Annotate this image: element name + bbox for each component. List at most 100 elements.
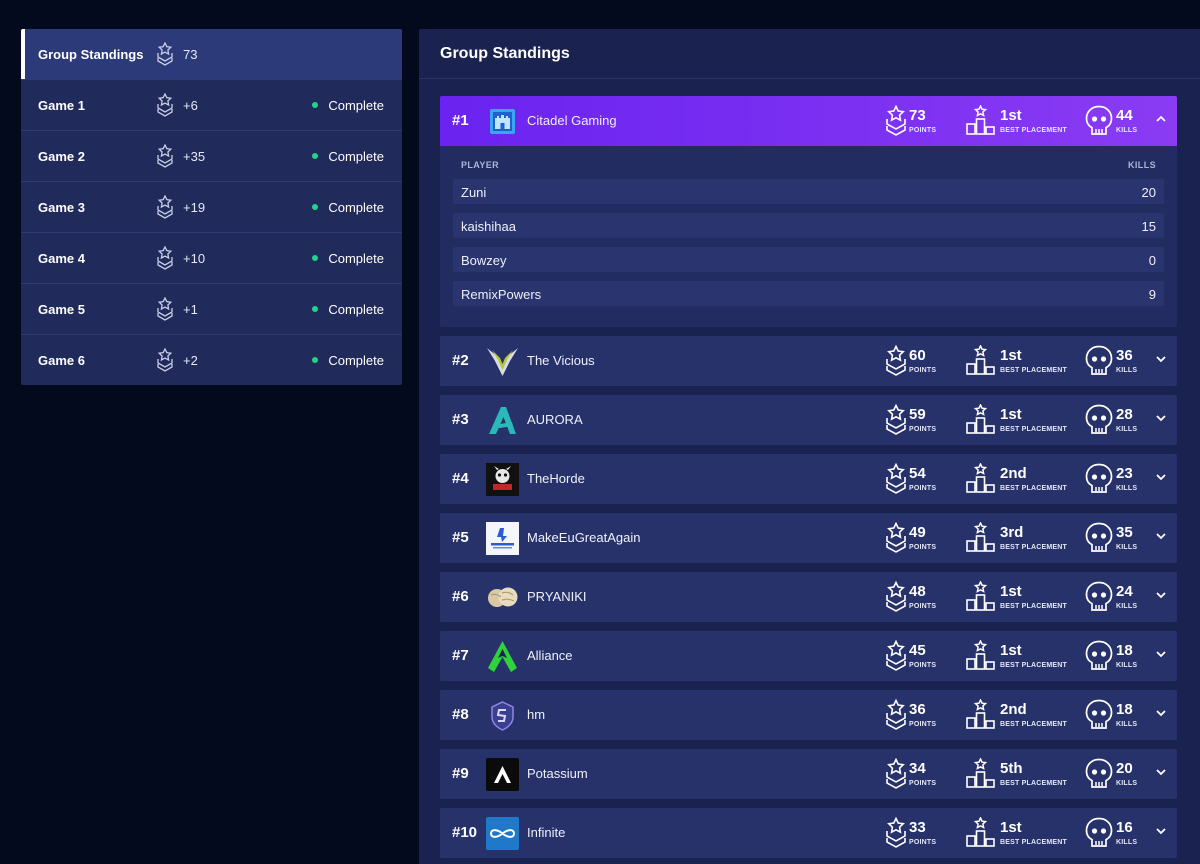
alliance-logo xyxy=(486,640,519,673)
kills-label: KILLS xyxy=(1116,662,1138,669)
best-placement-label: BEST PLACEMENT xyxy=(1000,839,1067,846)
team-row[interactable]: #8 hm 36 POINTS 2nd BEST PLACEMENT 18 KI… xyxy=(440,690,1177,740)
team-name: MakeEuGreatAgain xyxy=(527,530,641,545)
team-name: hm xyxy=(527,707,546,722)
best-placement-label: BEST PLACEMENT xyxy=(1000,721,1067,728)
kills-label: KILLS xyxy=(1116,603,1138,610)
team-row[interactable]: #2 The Vicious 60 POINTS 1st BEST PLACEM… xyxy=(440,336,1177,386)
team-kills: 16 xyxy=(1116,819,1133,836)
points-badge-icon xyxy=(885,462,907,499)
sidebar-item-points: +19 xyxy=(183,199,206,215)
team-row[interactable]: #7 Alliance 45 POINTS 1st BEST PLACEMENT… xyxy=(440,631,1177,681)
sidebar-item-game-4[interactable]: Game 4 +10 Complete xyxy=(21,233,402,284)
points-badge-icon xyxy=(157,42,173,66)
chevron-down-icon[interactable] xyxy=(1155,588,1167,600)
player-kills: 20 xyxy=(1141,185,1156,200)
team-rank: #9 xyxy=(452,765,469,782)
team-card: #3 AURORA 59 POINTS 1st BEST PLACEMENT 2… xyxy=(440,395,1177,445)
sidebar-item-game-1[interactable]: Game 1 +6 Complete xyxy=(21,80,402,131)
status-text: Complete xyxy=(328,301,384,317)
player-name: RemixPowers xyxy=(461,287,542,302)
team-card: #9 Potassium 34 POINTS 5th BEST PLACEMEN… xyxy=(440,749,1177,799)
sidebar-item-game-3[interactable]: Game 3 +19 Complete xyxy=(21,182,402,233)
chevron-down-icon[interactable] xyxy=(1155,824,1167,836)
chevron-down-icon[interactable] xyxy=(1155,647,1167,659)
chevron-down-icon[interactable] xyxy=(1155,529,1167,541)
sidebar-item-points: +2 xyxy=(183,352,198,368)
points-label: POINTS xyxy=(909,367,937,374)
player-list: PLAYER KILLS Zuni 20 kaishihaa 15 Bowzey… xyxy=(440,146,1177,327)
podium-icon xyxy=(966,757,995,793)
status-text: Complete xyxy=(328,97,384,113)
team-points: 59 xyxy=(909,406,926,423)
team-name: Infinite xyxy=(527,825,566,840)
points-badge-icon xyxy=(885,816,907,853)
chevron-down-icon[interactable] xyxy=(1155,765,1167,777)
team-row[interactable]: #6 PRYANIKI 48 POINTS 1st BEST PLACEMENT… xyxy=(440,572,1177,622)
status-dot-icon xyxy=(312,357,319,363)
points-label: POINTS xyxy=(909,780,937,787)
points-badge-icon xyxy=(885,698,907,735)
sidebar-item-game-2[interactable]: Game 2 +35 Complete xyxy=(21,131,402,182)
chevron-down-icon[interactable] xyxy=(1155,706,1167,718)
sidebar-item-points: +6 xyxy=(183,97,198,113)
points-badge-icon xyxy=(157,246,173,270)
best-placement-label: BEST PLACEMENT xyxy=(1000,485,1067,492)
team-name: Potassium xyxy=(527,766,588,781)
status-badge: Complete xyxy=(312,149,384,164)
points-badge-icon xyxy=(157,348,173,372)
points-badge-icon xyxy=(885,639,907,676)
points-label: POINTS xyxy=(909,127,937,134)
team-best-placement: 3rd xyxy=(1000,524,1024,541)
chevron-down-icon[interactable] xyxy=(1155,352,1167,364)
horde-logo xyxy=(486,463,519,496)
team-rank: #5 xyxy=(452,529,469,546)
sidebar-item-game-5[interactable]: Game 5 +1 Complete xyxy=(21,284,402,335)
sidebar-item-points: +35 xyxy=(183,148,206,164)
team-row[interactable]: #5 MakeEuGreatAgain 49 POINTS 3rd BEST P… xyxy=(440,513,1177,563)
podium-icon xyxy=(966,639,995,675)
status-text: Complete xyxy=(328,250,384,266)
team-row[interactable]: #9 Potassium 34 POINTS 5th BEST PLACEMEN… xyxy=(440,749,1177,799)
team-card: #1 Citadel Gaming 73 POINTS 1st BEST PLA… xyxy=(440,96,1177,327)
status-text: Complete xyxy=(328,352,384,368)
game-sidebar: Group Standings 73 Game 1 +6 Complete Ga… xyxy=(21,29,402,385)
points-badge-icon xyxy=(885,521,907,558)
skull-icon xyxy=(1085,463,1113,499)
skull-icon xyxy=(1085,758,1113,794)
skull-icon xyxy=(1085,581,1113,617)
team-points: 60 xyxy=(909,347,926,364)
team-kills: 18 xyxy=(1116,642,1133,659)
chevron-up-icon[interactable] xyxy=(1155,112,1167,124)
skull-icon xyxy=(1085,105,1113,141)
status-badge: Complete xyxy=(312,200,384,215)
player-row: RemixPowers 9 xyxy=(453,281,1164,306)
team-row[interactable]: #3 AURORA 59 POINTS 1st BEST PLACEMENT 2… xyxy=(440,395,1177,445)
chevron-down-icon[interactable] xyxy=(1155,470,1167,482)
sidebar-item-game-6[interactable]: Game 6 +2 Complete xyxy=(21,335,402,385)
points-badge-icon xyxy=(157,297,173,321)
team-rank: #3 xyxy=(452,411,469,428)
skull-icon xyxy=(1085,404,1113,440)
team-row[interactable]: #10 Infinite 33 POINTS 1st BEST PLACEMEN… xyxy=(440,808,1177,858)
sidebar-item-label: Game 6 xyxy=(38,352,85,368)
sidebar-item-points: +1 xyxy=(183,301,198,317)
player-kills: 15 xyxy=(1141,219,1156,234)
team-row[interactable]: #4 TheHorde 54 POINTS 2nd BEST PLACEMENT… xyxy=(440,454,1177,504)
player-kills: 9 xyxy=(1148,287,1156,302)
points-label: POINTS xyxy=(909,839,937,846)
points-badge-icon xyxy=(885,580,907,617)
team-kills: 28 xyxy=(1116,406,1133,423)
page-title: Group Standings xyxy=(440,44,570,62)
player-kills: 0 xyxy=(1148,253,1156,268)
sidebar-item-label: Game 3 xyxy=(38,199,85,215)
team-row[interactable]: #1 Citadel Gaming 73 POINTS 1st BEST PLA… xyxy=(440,96,1177,146)
chevron-down-icon[interactable] xyxy=(1155,411,1167,423)
team-rank: #7 xyxy=(452,647,469,664)
hm-logo xyxy=(486,699,519,732)
team-best-placement: 1st xyxy=(1000,347,1022,364)
team-points: 36 xyxy=(909,701,926,718)
skull-icon xyxy=(1085,699,1113,735)
sidebar-item-points: 73 xyxy=(183,46,198,62)
sidebar-item-group-standings[interactable]: Group Standings 73 xyxy=(21,29,402,80)
